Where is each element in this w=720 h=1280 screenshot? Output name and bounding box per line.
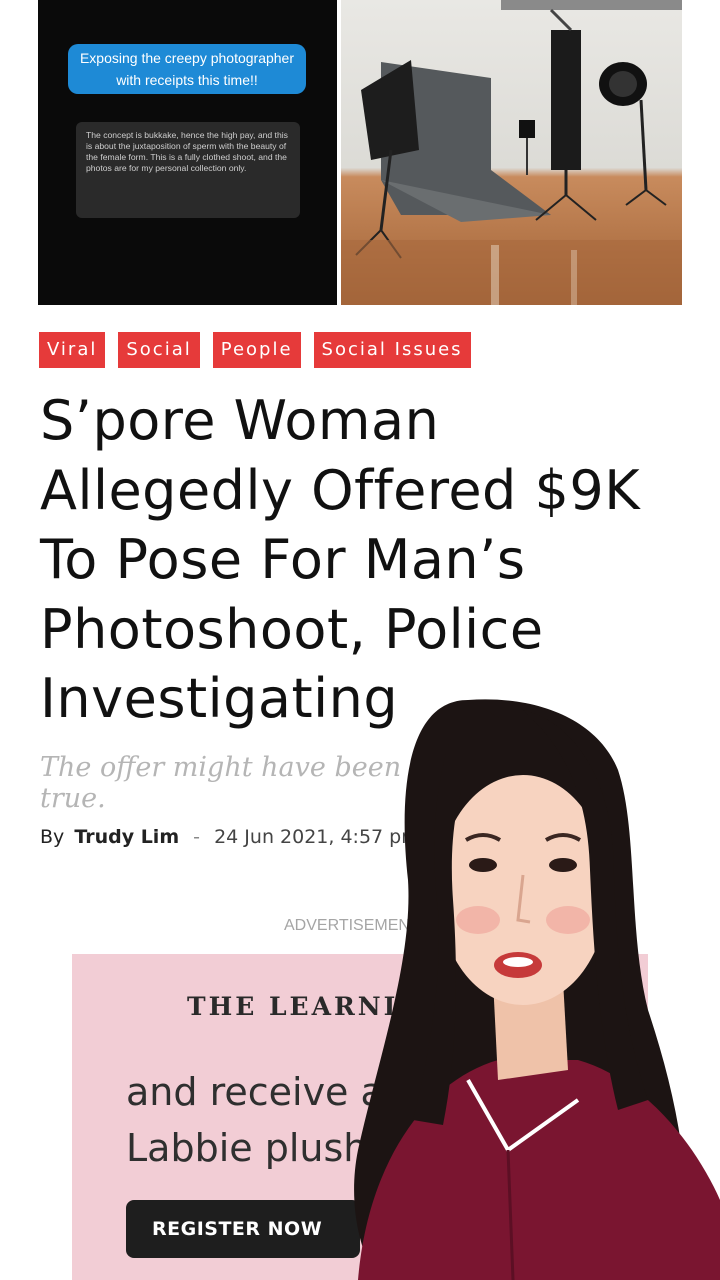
studio-illustration — [341, 0, 682, 305]
tag-people[interactable]: People — [212, 332, 301, 368]
quoted-message: The concept is bukkake, hence the high p… — [76, 122, 300, 218]
tag-social[interactable]: Social — [118, 332, 200, 368]
tag-viral[interactable]: Viral — [39, 332, 106, 368]
tiktok-screenshot-image: Exposing the creepy photographer with re… — [38, 0, 337, 305]
author-link[interactable]: Trudy Lim — [74, 826, 179, 848]
caption-bubble: Exposing the creepy photographer with re… — [68, 44, 306, 94]
category-tags: Viral Social People Social Issues — [39, 332, 471, 368]
photo-studio-image — [341, 0, 682, 305]
by-label: By — [40, 826, 65, 848]
byline-separator: - — [193, 826, 201, 848]
presenter-overlay — [354, 699, 720, 1280]
tag-social-issues[interactable]: Social Issues — [313, 332, 471, 368]
